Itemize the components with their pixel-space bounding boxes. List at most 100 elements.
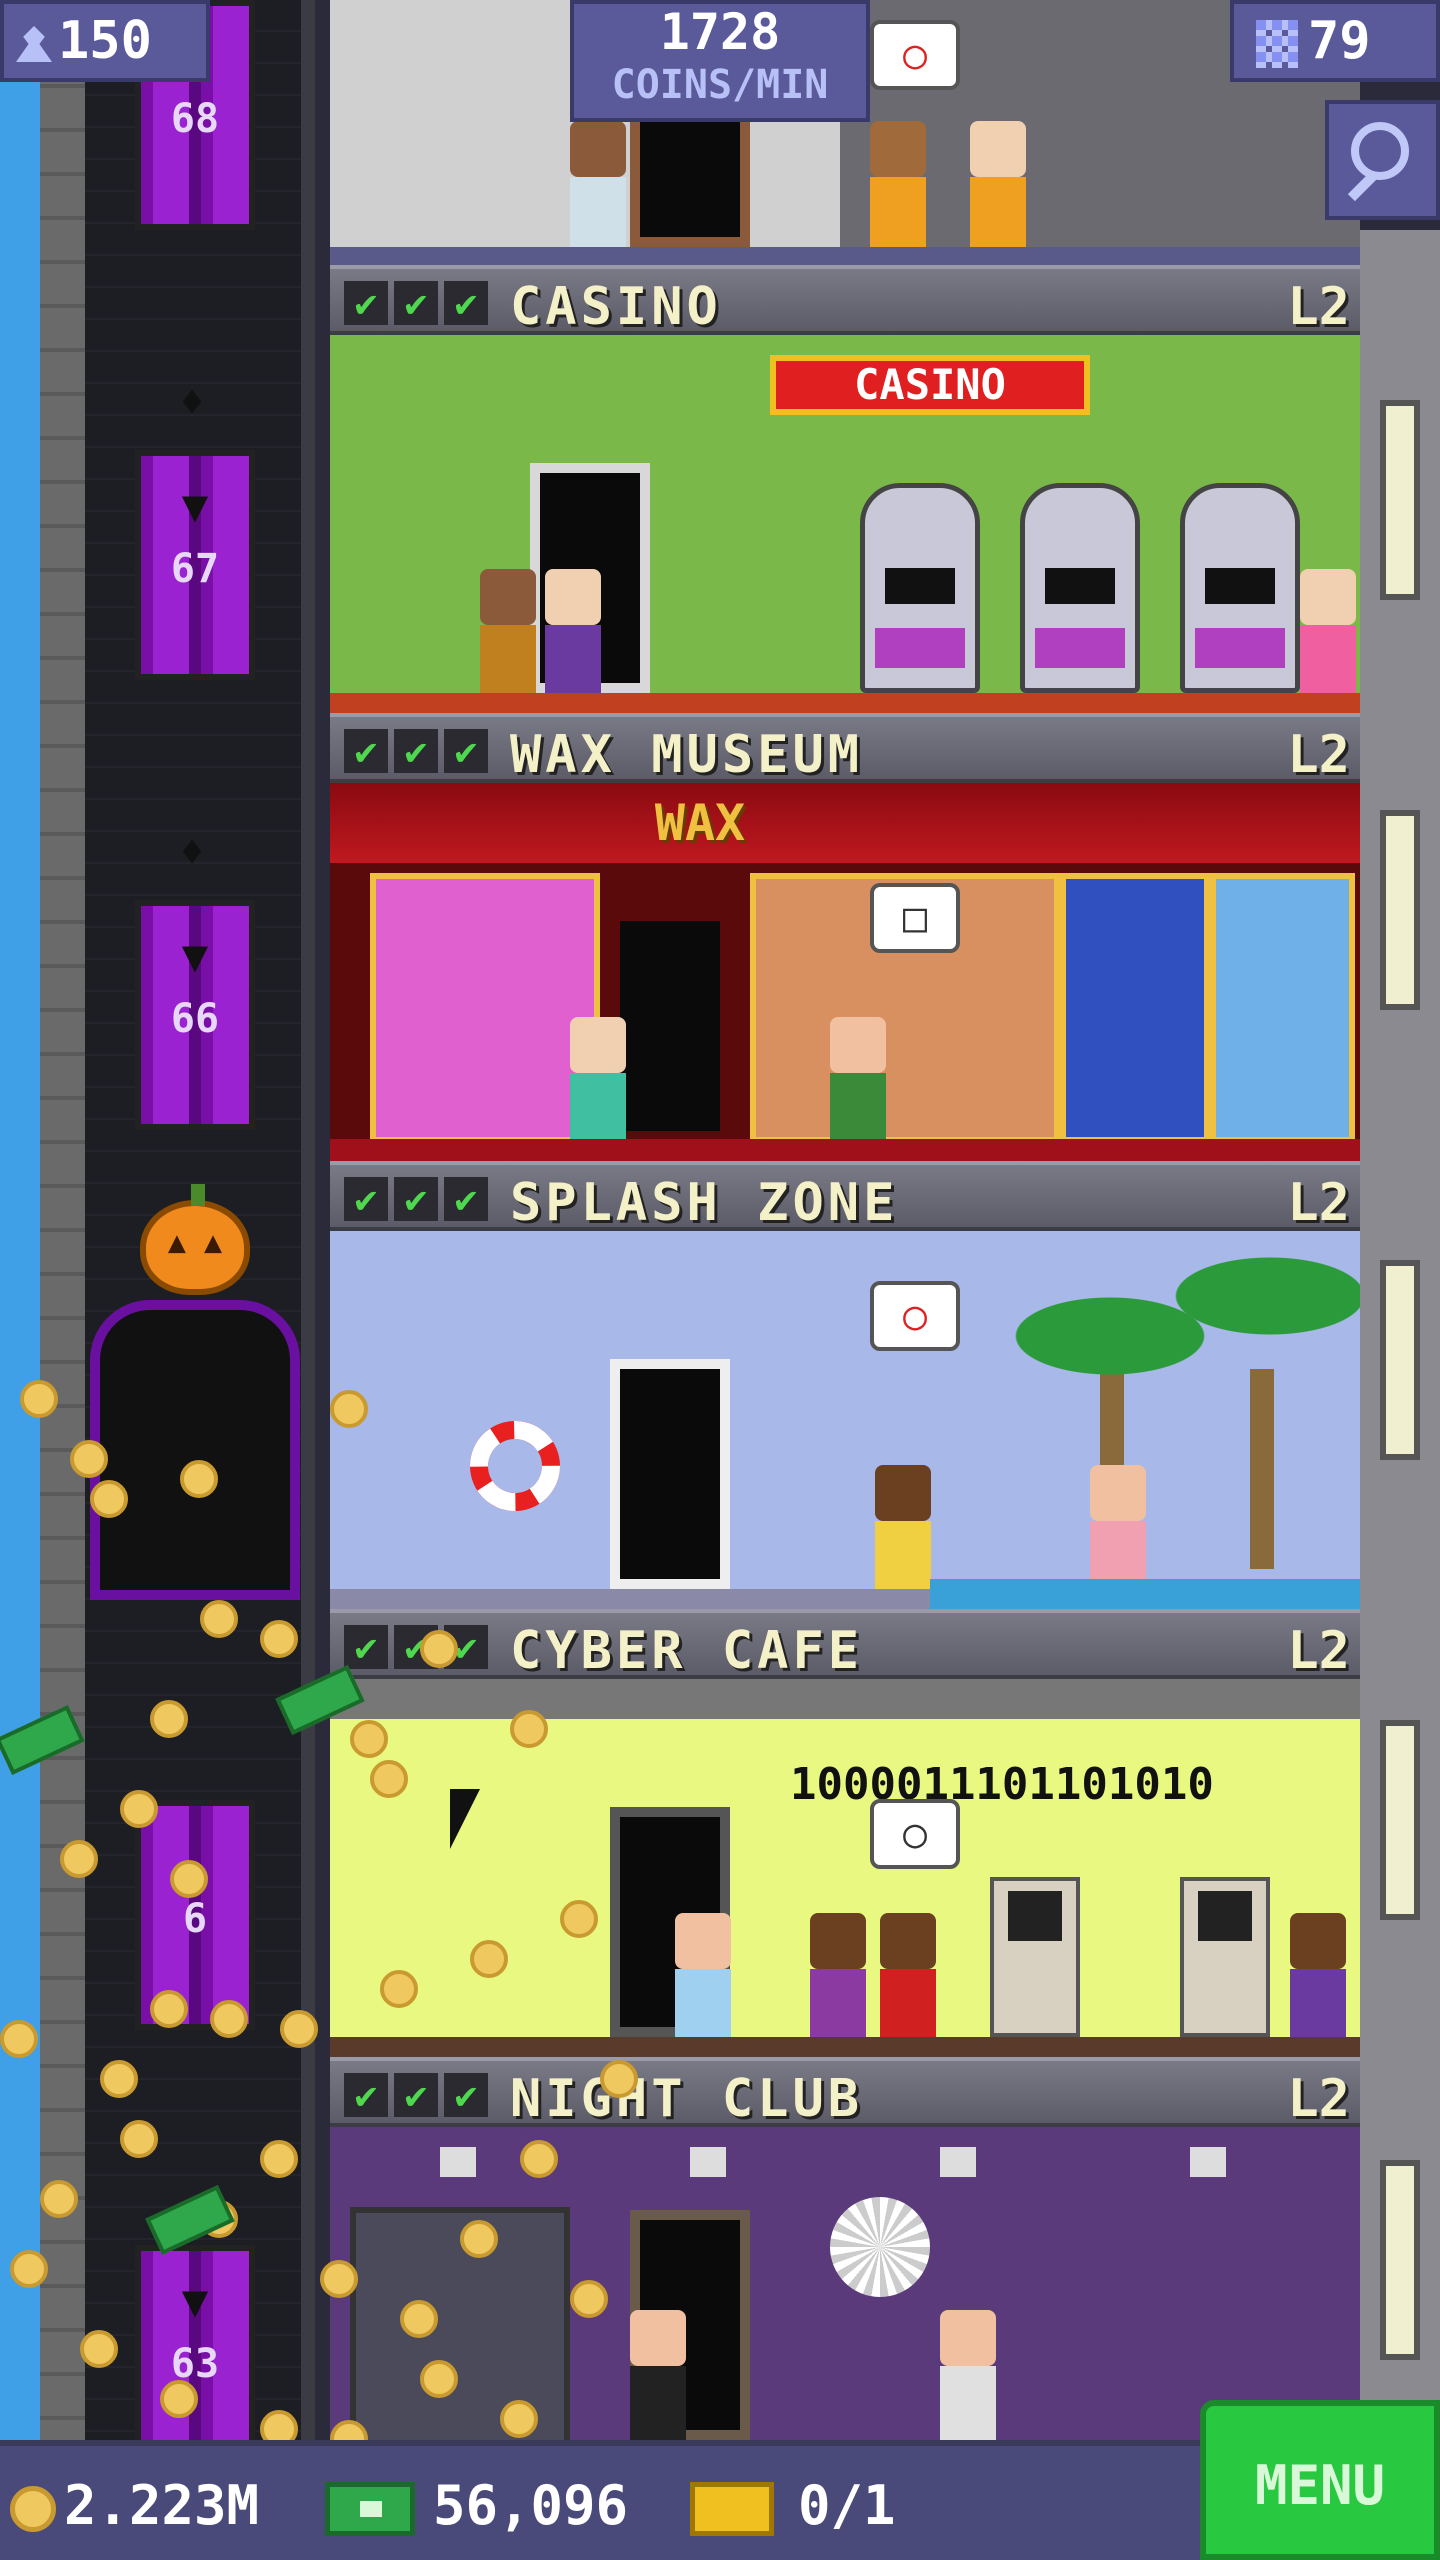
person[interactable] — [1290, 1913, 1346, 2043]
coin-icon[interactable] — [160, 2380, 198, 2418]
floor-header[interactable]: ✔ ✔ ✔ WAX MUSEUM L2 — [330, 713, 1360, 785]
floor-casino[interactable]: ✔ ✔ ✔ CASINO L2 CASINO — [330, 265, 1360, 713]
coin-icon[interactable] — [420, 1630, 458, 1668]
elevator-door-66[interactable]: ▼ 66 — [135, 900, 255, 1130]
coin-icon[interactable] — [460, 2220, 498, 2258]
coin-icon[interactable] — [500, 2400, 538, 2438]
floor-level: L2 — [1287, 277, 1350, 337]
coin-icon[interactable] — [210, 2000, 248, 2038]
coin-icon[interactable] — [570, 2280, 608, 2318]
bux-counter[interactable]: 56,096 — [325, 2468, 628, 2544]
room-floor — [330, 1139, 1360, 1161]
coin-icon[interactable] — [260, 2140, 298, 2178]
coin-icon[interactable] — [40, 2180, 78, 2218]
elevator-door-67[interactable]: ▼ 67 — [135, 450, 255, 680]
person[interactable] — [940, 2310, 996, 2440]
coin-icon[interactable] — [120, 2120, 158, 2158]
coin-icon[interactable] — [170, 1860, 208, 1898]
coin-icon[interactable] — [560, 1900, 598, 1938]
person[interactable] — [675, 1913, 731, 2043]
coin-icon[interactable] — [320, 2260, 358, 2298]
coin-icon[interactable] — [120, 1790, 158, 1828]
person[interactable] — [830, 1017, 886, 1147]
coin-icon[interactable] — [180, 1460, 218, 1498]
room-floor — [330, 1589, 930, 1609]
room-casino[interactable]: CASINO — [330, 335, 1360, 713]
coin-icon[interactable] — [520, 2140, 558, 2178]
thought-bubble[interactable]: ○ — [870, 1281, 960, 1351]
coin-icon[interactable] — [80, 2330, 118, 2368]
room-wax-museum[interactable]: WAX □ — [330, 783, 1360, 1161]
floor-header[interactable]: ✔ ✔ ✔ CYBER CAFE L2 — [330, 1609, 1360, 1681]
coin-icon[interactable] — [280, 2010, 318, 2048]
elevator-car-open[interactable] — [90, 1300, 300, 1600]
population-counter[interactable]: 150 — [0, 0, 210, 82]
coin-icon[interactable] — [510, 1710, 548, 1748]
floor-splash-zone[interactable]: ✔ ✔ ✔ SPLASH ZONE L2 ○ — [330, 1161, 1360, 1609]
check-icon: ✔ — [444, 729, 488, 773]
zoom-button[interactable] — [1325, 100, 1440, 220]
pool — [930, 1579, 1360, 1609]
check-icon: ✔ — [394, 729, 438, 773]
room-night-club[interactable] — [330, 2127, 1360, 2440]
person[interactable] — [570, 1017, 626, 1147]
coin-icon[interactable] — [150, 1700, 188, 1738]
coin-icon[interactable] — [600, 2060, 638, 2098]
spotlight — [690, 2147, 726, 2177]
ticket-counter[interactable]: 0/1 — [690, 2468, 896, 2544]
coin-icon[interactable] — [330, 1390, 368, 1428]
coin-icon[interactable] — [200, 1600, 238, 1638]
menu-button[interactable]: MENU — [1200, 2400, 1440, 2560]
person[interactable] — [810, 1913, 866, 2043]
coin-icon[interactable] — [90, 1480, 128, 1518]
elevator-floor-number: 68 — [170, 96, 220, 142]
room-cyber-cafe[interactable]: 1000011101101010 ○ — [330, 1679, 1360, 2057]
person[interactable] — [875, 1465, 931, 1595]
floor-name: CASINO — [510, 277, 722, 337]
floor-header[interactable]: ✔ ✔ ✔ NIGHT CLUB L2 — [330, 2057, 1360, 2129]
floor-name: WAX MUSEUM — [510, 725, 864, 785]
wax-exhibit — [1210, 873, 1355, 1143]
coin-icon[interactable] — [20, 1380, 58, 1418]
coin-icon[interactable] — [70, 1440, 108, 1478]
person[interactable] — [480, 569, 536, 699]
floor-header[interactable]: ✔ ✔ ✔ SPLASH ZONE L2 — [330, 1161, 1360, 1233]
floor-wax-museum[interactable]: ✔ ✔ ✔ WAX MUSEUM L2 WAX □ — [330, 713, 1360, 1161]
coin-icon[interactable] — [350, 1720, 388, 1758]
room-door — [610, 1359, 730, 1589]
floor-header[interactable]: ✔ ✔ ✔ CASINO L2 — [330, 265, 1360, 337]
zoom-icon-handle — [1347, 172, 1377, 202]
stock-checks: ✔ ✔ ✔ — [344, 1625, 488, 1669]
elevator-door-partial[interactable]: 6 — [135, 1800, 255, 2030]
coin-icon[interactable] — [260, 1620, 298, 1658]
coin-icon[interactable] — [10, 2250, 48, 2288]
person[interactable] — [880, 1913, 936, 2043]
tower-window — [1380, 1260, 1420, 1460]
floor-cyber-cafe[interactable]: ✔ ✔ ✔ CYBER CAFE L2 1000011101101010 ○ — [330, 1609, 1360, 2057]
person[interactable] — [630, 2310, 686, 2440]
coins-counter[interactable]: 2.223M — [10, 2468, 259, 2544]
coin-icon[interactable] — [420, 2360, 458, 2398]
room-splash-zone[interactable]: ○ — [330, 1231, 1360, 1609]
thought-bubble[interactable]: ○ — [870, 1799, 960, 1869]
casino-sign: CASINO — [770, 355, 1090, 415]
coin-icon[interactable] — [150, 1990, 188, 2028]
check-icon: ✔ — [344, 281, 388, 325]
slot-machine — [1020, 483, 1140, 693]
bux-icon — [325, 2482, 415, 2537]
coin-icon[interactable] — [380, 1970, 418, 2008]
cursor-icon — [450, 1789, 480, 1849]
coin-icon[interactable] — [100, 2060, 138, 2098]
coin-icon[interactable] — [0, 2020, 38, 2058]
floor-counter[interactable]: 79 — [1230, 0, 1440, 82]
person[interactable] — [545, 569, 601, 699]
pumpkin-face: ▲ ▲ — [167, 1225, 223, 1260]
person[interactable] — [1300, 569, 1356, 699]
coin-icon[interactable] — [400, 2300, 438, 2338]
person[interactable] — [1090, 1465, 1146, 1595]
check-icon: ✔ — [394, 2073, 438, 2117]
coin-icon[interactable] — [470, 1940, 508, 1978]
coin-icon[interactable] — [60, 1840, 98, 1878]
thought-bubble[interactable]: □ — [870, 883, 960, 953]
coin-icon[interactable] — [370, 1760, 408, 1798]
